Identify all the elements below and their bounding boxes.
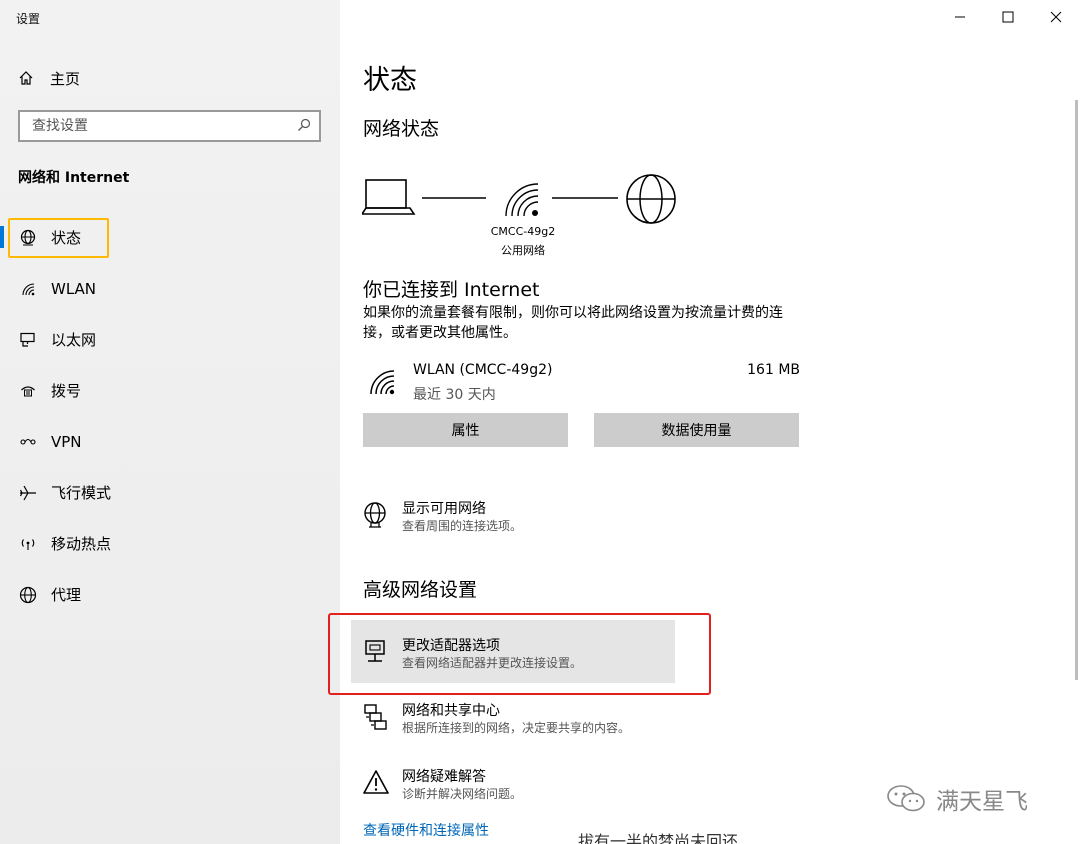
laptop-icon (360, 179, 416, 215)
scrollbar[interactable] (1075, 100, 1078, 680)
sidebar-item-ethernet[interactable]: 以太网 (0, 314, 340, 365)
sharing-center-link[interactable]: 网络和共享中心 根据所连接到的网络，决定要共享的内容。 (363, 700, 683, 744)
window-controls (936, 0, 1080, 34)
sidebar-item-dialup[interactable]: 拨号 (0, 365, 340, 416)
globe-network-icon (363, 501, 389, 528)
wifi-adapter-icon (368, 368, 396, 400)
connected-title: 你已连接到 Internet (363, 279, 540, 301)
troubleshoot-link[interactable]: 网络疑难解答 诊断并解决网络问题。 (363, 766, 683, 810)
data-usage-button[interactable]: 数据使用量 (594, 413, 799, 447)
dialup-icon (18, 381, 38, 401)
home-link[interactable]: 主页 (18, 66, 80, 90)
home-label: 主页 (50, 69, 81, 88)
page-title: 状态 (363, 65, 417, 96)
globe-icon (18, 585, 38, 605)
sidebar-item-label: 飞行模式 (51, 484, 112, 502)
annotation-highlight-box (8, 218, 109, 258)
search-box[interactable] (18, 110, 321, 142)
search-icon[interactable] (297, 117, 311, 136)
wifi-signal-icon (505, 183, 539, 217)
properties-button[interactable]: 属性 (363, 413, 568, 447)
app-title: 设置 (16, 12, 41, 26)
sidebar-item-vpn[interactable]: VPN (0, 416, 340, 467)
network-status-heading: 网络状态 (363, 118, 440, 140)
home-icon (18, 70, 36, 86)
show-networks-title: 显示可用网络 (402, 501, 486, 517)
main-pane: 状态 网络状态 CMCC-49g2 公用网络 你已连接到 Internet 如果… (328, 0, 1080, 844)
close-icon (1050, 8, 1062, 27)
hotspot-icon (18, 534, 38, 554)
advanced-settings-heading: 高级网络设置 (363, 579, 478, 601)
show-networks-link[interactable]: 显示可用网络 查看周围的连接选项。 (363, 498, 683, 542)
network-type: 公用网络 (501, 244, 545, 257)
minimize-icon (954, 8, 966, 27)
section-heading: 网络和 Internet (18, 170, 130, 186)
wechat-icon (886, 784, 926, 814)
watermark: 满天星飞 (886, 782, 1028, 816)
network-ssid: CMCC-49g2 (490, 225, 556, 238)
watermark-text: 满天星飞 (936, 789, 1028, 815)
sidebar-item-label: WLAN (51, 279, 97, 298)
sharing-center-title: 网络和共享中心 (402, 703, 500, 719)
maximize-icon (1002, 8, 1014, 27)
adapter-data-usage: 161 MB (747, 362, 800, 378)
sidebar-item-wlan[interactable]: WLAN (0, 263, 340, 314)
caption-overlay: 拔有一半的梦尚未回还 (578, 832, 739, 844)
sidebar-item-label: 以太网 (51, 331, 97, 349)
show-networks-desc: 查看周围的连接选项。 (402, 519, 523, 533)
sidebar-item-label: 拨号 (51, 382, 82, 400)
warning-icon (363, 769, 389, 795)
internet-globe-icon (626, 174, 676, 224)
adapter-usage-period: 最近 30 天内 (413, 387, 496, 403)
sidebar-item-hotspot[interactable]: 移动热点 (0, 518, 340, 569)
sidebar: 设置 主页 网络和 Internet 状态 WLAN (0, 0, 340, 844)
troubleshoot-desc: 诊断并解决网络问题。 (402, 787, 523, 801)
adapter-name: WLAN (CMCC-49g2) (413, 362, 553, 378)
sharing-center-icon (363, 703, 389, 730)
sidebar-item-label: 移动热点 (51, 535, 112, 553)
close-button[interactable] (1032, 0, 1080, 34)
ethernet-icon (18, 330, 38, 350)
search-input[interactable] (32, 118, 297, 134)
adapter-summary: WLAN (CMCC-49g2) 最近 30 天内 161 MB (363, 360, 800, 403)
wifi-icon (18, 279, 38, 299)
sidebar-item-airplane[interactable]: 飞行模式 (0, 467, 340, 518)
minimize-button[interactable] (936, 0, 984, 34)
sidebar-item-label: 代理 (51, 586, 82, 604)
connected-description: 如果你的流量套餐有限制，则你可以将此网络设置为按流量计费的连接，或者更改其他属性… (363, 305, 783, 341)
sidebar-item-label: VPN (51, 432, 82, 451)
airplane-icon (18, 483, 38, 503)
sharing-center-desc: 根据所连接到的网络，决定要共享的内容。 (402, 721, 631, 735)
sidebar-nav: 状态 WLAN 以太网 拨号 VPN 飞行模式 移动热点 代理 (0, 212, 340, 620)
troubleshoot-title: 网络疑难解答 (402, 769, 486, 785)
hardware-properties-link[interactable]: 查看硬件和连接属性 (363, 820, 489, 840)
maximize-button[interactable] (984, 0, 1032, 34)
annotation-red-box (328, 613, 711, 695)
sidebar-item-proxy[interactable]: 代理 (0, 569, 340, 620)
vpn-icon (18, 432, 38, 452)
